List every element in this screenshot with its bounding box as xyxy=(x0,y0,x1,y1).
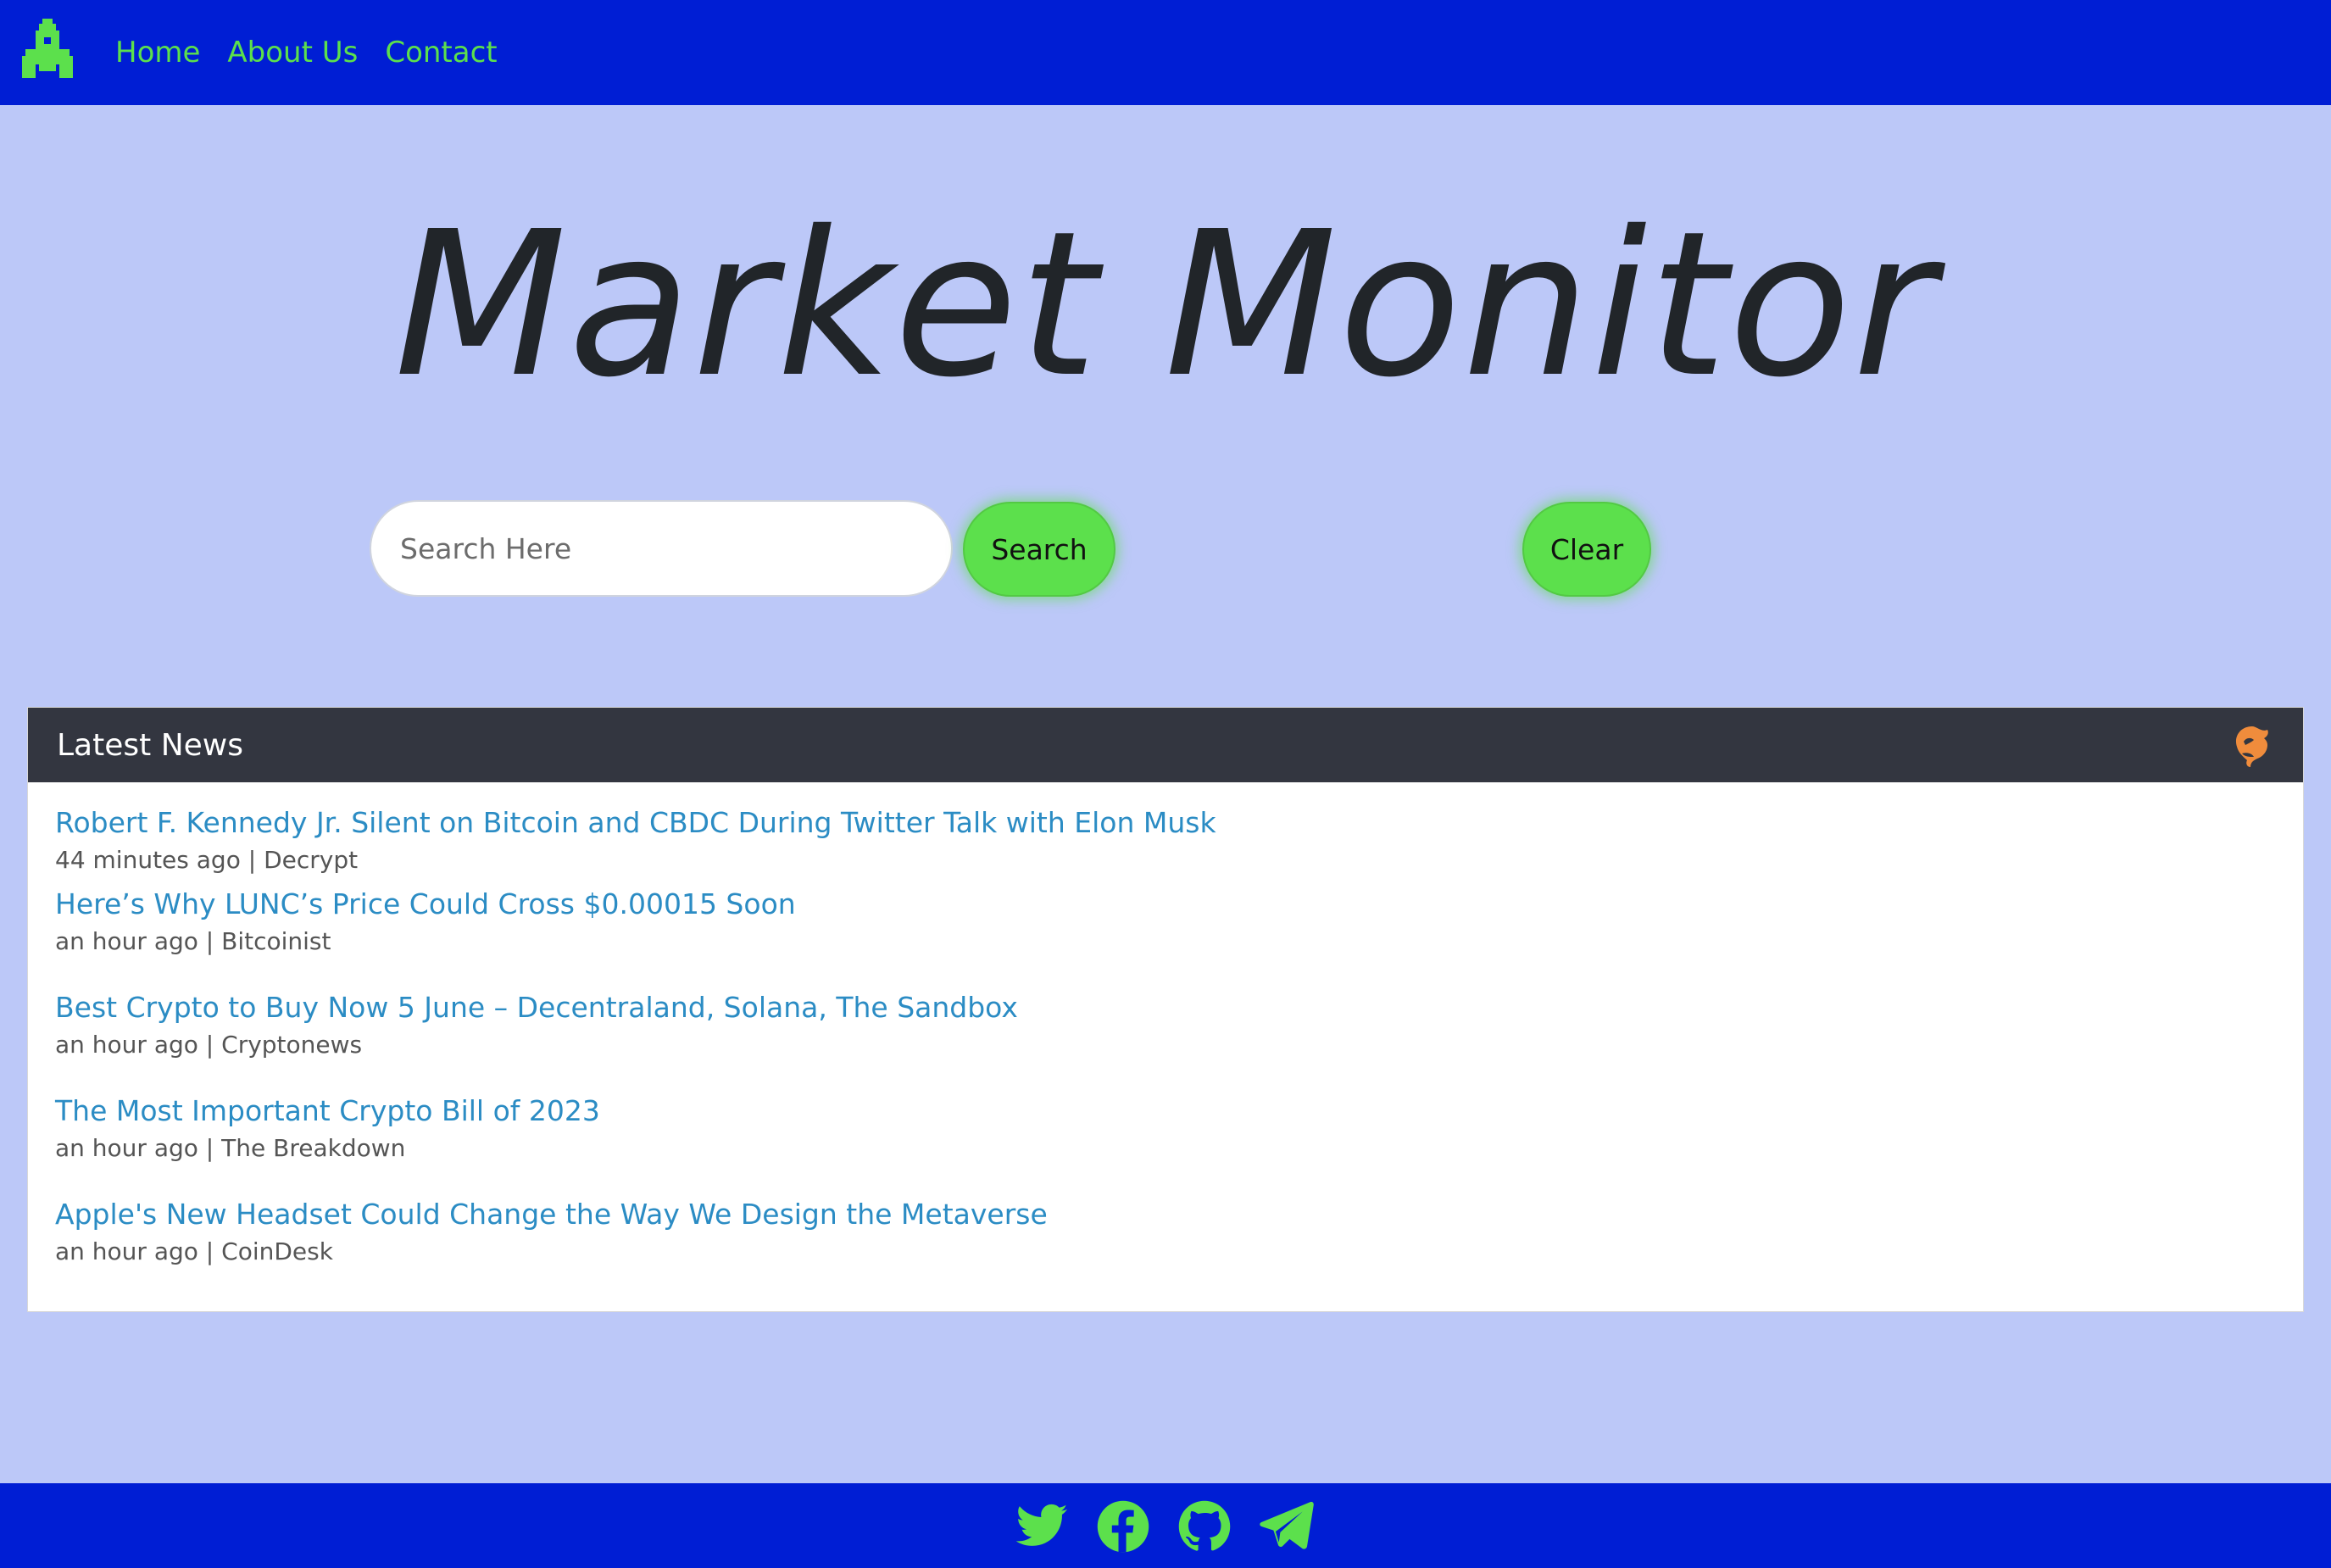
coingecko-icon xyxy=(2235,726,2268,767)
news-item-meta: an hour ago | The Breakdown xyxy=(55,1134,406,1162)
news-item-meta: an hour ago | Cryptonews xyxy=(55,1031,363,1059)
social-icons xyxy=(1014,1498,1314,1554)
nav-link-contact[interactable]: Contact xyxy=(385,36,497,70)
nav-links: Home About Us Contact xyxy=(115,0,525,105)
search-input[interactable] xyxy=(370,500,953,597)
news-item: Here’s Why LUNC’s Price Could Cross $0.0… xyxy=(55,886,2276,989)
page-title: Market Monitor xyxy=(394,188,1937,421)
rocket-icon[interactable] xyxy=(19,19,76,78)
navbar: Home About Us Contact xyxy=(0,0,2331,105)
footer xyxy=(0,1483,2331,1568)
news-item-title[interactable]: Here’s Why LUNC’s Price Could Cross $0.0… xyxy=(55,886,2276,923)
news-header: Latest News xyxy=(28,708,2303,782)
news-item: Apple's New Headset Could Change the Way… xyxy=(55,1196,2276,1299)
news-item-title[interactable]: The Most Important Crypto Bill of 2023 xyxy=(55,1093,2276,1130)
news-header-title: Latest News xyxy=(57,727,243,763)
clear-button[interactable]: Clear xyxy=(1522,502,1651,597)
github-icon[interactable] xyxy=(1177,1498,1232,1554)
nav-link-about-us[interactable]: About Us xyxy=(227,36,358,70)
news-item: Best Crypto to Buy Now 5 June – Decentra… xyxy=(55,989,2276,1093)
news-list: Robert F. Kennedy Jr. Silent on Bitcoin … xyxy=(28,782,2303,1299)
latest-news-panel: Latest News Robert F. Kennedy Jr. Silent… xyxy=(27,707,2304,1312)
news-item-meta: 44 minutes ago | Decrypt xyxy=(55,846,359,874)
news-item: The Most Important Crypto Bill of 2023 a… xyxy=(55,1093,2276,1196)
telegram-icon[interactable] xyxy=(1258,1498,1314,1554)
news-item: Robert F. Kennedy Jr. Silent on Bitcoin … xyxy=(55,782,2276,886)
news-item-meta: an hour ago | Bitcoinist xyxy=(55,927,331,955)
search-button[interactable]: Search xyxy=(963,502,1115,597)
nav-link-home[interactable]: Home xyxy=(115,36,200,70)
news-item-title[interactable]: Robert F. Kennedy Jr. Silent on Bitcoin … xyxy=(55,804,2276,842)
news-item-title[interactable]: Best Crypto to Buy Now 5 June – Decentra… xyxy=(55,989,2276,1026)
news-item-meta: an hour ago | CoinDesk xyxy=(55,1237,333,1265)
facebook-icon[interactable] xyxy=(1095,1498,1151,1554)
twitter-icon[interactable] xyxy=(1014,1498,1070,1554)
news-item-title[interactable]: Apple's New Headset Could Change the Way… xyxy=(55,1196,2276,1233)
